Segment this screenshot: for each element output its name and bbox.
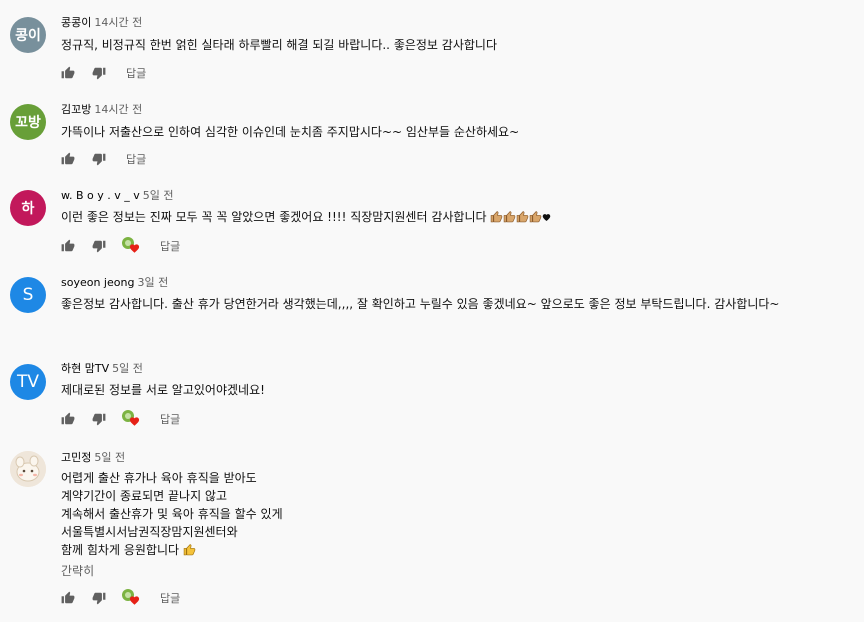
comment-text: 제대로된 정보를 서로 알고있어야겠네요! bbox=[61, 381, 265, 399]
thumbs-down-icon bbox=[92, 67, 106, 80]
avatar[interactable] bbox=[10, 451, 46, 487]
comment-time[interactable]: 5일 전 bbox=[94, 451, 125, 464]
reply-button[interactable]: 답글 bbox=[126, 65, 146, 81]
reply-button[interactable]: 답글 bbox=[160, 590, 180, 606]
comment-text: 정규직, 비정규직 한번 얽힌 실타래 하루빨리 해결 되길 바랍니다.. 좋은… bbox=[61, 36, 497, 54]
creator-heart-badge bbox=[122, 410, 142, 428]
comment-actions: 답글 bbox=[60, 151, 146, 167]
thumbs-up-emoji bbox=[530, 211, 542, 223]
thumbs-up-icon bbox=[61, 152, 75, 165]
avatar-initials: S bbox=[22, 285, 34, 305]
comment-time[interactable]: 14시간 전 bbox=[94, 103, 142, 116]
comment-time[interactable]: 5일 전 bbox=[112, 362, 143, 375]
comment-header: 하현 맘TV 5일 전 bbox=[61, 362, 143, 376]
thumbs-up-icon bbox=[61, 66, 75, 79]
comment-time[interactable]: 14시간 전 bbox=[94, 16, 142, 29]
heart-icon bbox=[129, 417, 140, 426]
comment-line: 서울특별시서남권직장맘지원센터와 bbox=[61, 525, 238, 539]
thumbs-up-emoji bbox=[183, 544, 196, 556]
comment-header: soyeon jeong 3일 전 bbox=[61, 276, 168, 290]
avatar-initials: 하 bbox=[21, 201, 35, 217]
thumbs-down-icon bbox=[92, 592, 106, 605]
comment-line-text: 이런 좋은 정보는 진짜 모두 꼭 꼭 알았으면 좋겠어요 !!!! 직장맘지원… bbox=[61, 210, 487, 224]
comment-line: 이런 좋은 정보는 진짜 모두 꼭 꼭 알았으면 좋겠어요 !!!! 직장맘지원… bbox=[61, 208, 551, 226]
reply-button[interactable]: 답글 bbox=[160, 411, 180, 427]
thumbs-up-emoji bbox=[517, 211, 529, 223]
comment-actions: 답글 bbox=[60, 589, 180, 607]
comment-text: 이런 좋은 정보는 진짜 모두 꼭 꼭 알았으면 좋겠어요 !!!! 직장맘지원… bbox=[61, 208, 551, 226]
like-button[interactable] bbox=[60, 65, 76, 81]
reply-button[interactable]: 답글 bbox=[126, 151, 146, 167]
creator-heart-badge bbox=[122, 237, 142, 255]
avatar[interactable]: S bbox=[10, 277, 46, 313]
comment-header: w. B o y . v _ v 5일 전 bbox=[61, 189, 174, 203]
author-name[interactable]: 김꼬방 bbox=[61, 103, 91, 116]
comment-line: 정규직, 비정규직 한번 얽힌 실타래 하루빨리 해결 되길 바랍니다.. 좋은… bbox=[61, 38, 497, 52]
comment-line: 가뜩이나 저출산으로 인하여 심각한 이슈인데 눈치좀 주지맙시다~~ 임산부들… bbox=[61, 125, 520, 139]
avatar[interactable]: 콩이 bbox=[10, 17, 46, 53]
dislike-button[interactable] bbox=[91, 411, 107, 427]
comment-actions: 답글 bbox=[60, 410, 180, 428]
avatar[interactable]: 하 bbox=[10, 190, 46, 226]
comment-line: 함께 힘차게 응원합니다 bbox=[61, 541, 283, 559]
comment-line: 계속해서 출산휴가 및 육아 휴직을 할수 있게 bbox=[61, 507, 283, 521]
author-name[interactable]: soyeon jeong bbox=[61, 276, 134, 289]
comment-time[interactable]: 5일 전 bbox=[143, 189, 174, 202]
thumbs-down-icon bbox=[92, 240, 106, 253]
dislike-button[interactable] bbox=[91, 238, 107, 254]
avatar[interactable]: TV bbox=[10, 364, 46, 400]
like-button[interactable] bbox=[60, 151, 76, 167]
comment-actions: 답글 bbox=[60, 237, 180, 255]
comment-text: 좋은정보 감사합니다. 출산 휴가 당연한거라 생각했는데,,,, 잘 확인하고… bbox=[61, 295, 779, 313]
dislike-button[interactable] bbox=[91, 151, 107, 167]
thumbs-up-icon bbox=[61, 239, 75, 252]
author-name[interactable]: 고민정 bbox=[61, 451, 91, 464]
thumbs-up-icon bbox=[61, 412, 75, 425]
reply-button[interactable]: 답글 bbox=[160, 238, 180, 254]
avatar[interactable]: 꼬방 bbox=[10, 104, 46, 140]
comment-actions: 답글 bbox=[60, 65, 146, 81]
avatar-initials: TV bbox=[16, 372, 39, 392]
thumbs-up-emoji bbox=[491, 211, 503, 223]
heart-emoji bbox=[543, 214, 551, 222]
author-name[interactable]: w. B o y . v _ v bbox=[61, 189, 140, 202]
comment-header: 고민정 5일 전 bbox=[61, 451, 125, 465]
comment-header: 콩콩이 14시간 전 bbox=[61, 16, 142, 30]
avatar-initials: 콩이 bbox=[15, 28, 41, 44]
comment-line-text: 함께 힘차게 응원합니다 bbox=[61, 543, 180, 557]
thumbs-down-icon bbox=[92, 413, 106, 426]
comment-line: 좋은정보 감사합니다. 출산 휴가 당연한거라 생각했는데,,,, 잘 확인하고… bbox=[61, 297, 780, 311]
author-name[interactable]: 하현 맘TV bbox=[61, 362, 109, 375]
comment-line: 계약기간이 종료되면 끝나지 않고 bbox=[61, 489, 228, 503]
dislike-button[interactable] bbox=[91, 590, 107, 606]
heart-icon bbox=[129, 244, 140, 253]
comment-time[interactable]: 3일 전 bbox=[137, 276, 168, 289]
avatar-initials: 꼬방 bbox=[15, 115, 41, 131]
comment-header: 김꼬방 14시간 전 bbox=[61, 103, 142, 117]
creator-heart-badge bbox=[122, 589, 142, 607]
comment-line: 제대로된 정보를 서로 알고있어야겠네요! bbox=[61, 383, 265, 397]
like-button[interactable] bbox=[60, 238, 76, 254]
thumbs-down-icon bbox=[92, 153, 106, 166]
thumbs-up-emoji bbox=[504, 211, 516, 223]
comment-text: 어렵게 출산 휴가나 육아 휴직을 받아도 계약기간이 종료되면 끝나지 않고 … bbox=[61, 469, 283, 559]
dislike-button[interactable] bbox=[91, 65, 107, 81]
show-less-button[interactable]: 간략히 bbox=[61, 562, 94, 579]
character-avatar-icon bbox=[10, 451, 46, 487]
comment-text: 가뜩이나 저출산으로 인하여 심각한 이슈인데 눈치좀 주지맙시다~~ 임산부들… bbox=[61, 123, 519, 141]
thumbs-up-icon bbox=[61, 591, 75, 604]
comment-line: 어렵게 출산 휴가나 육아 휴직을 받아도 bbox=[61, 471, 257, 485]
like-button[interactable] bbox=[60, 590, 76, 606]
heart-icon bbox=[129, 596, 140, 605]
like-button[interactable] bbox=[60, 411, 76, 427]
author-name[interactable]: 콩콩이 bbox=[61, 16, 91, 29]
